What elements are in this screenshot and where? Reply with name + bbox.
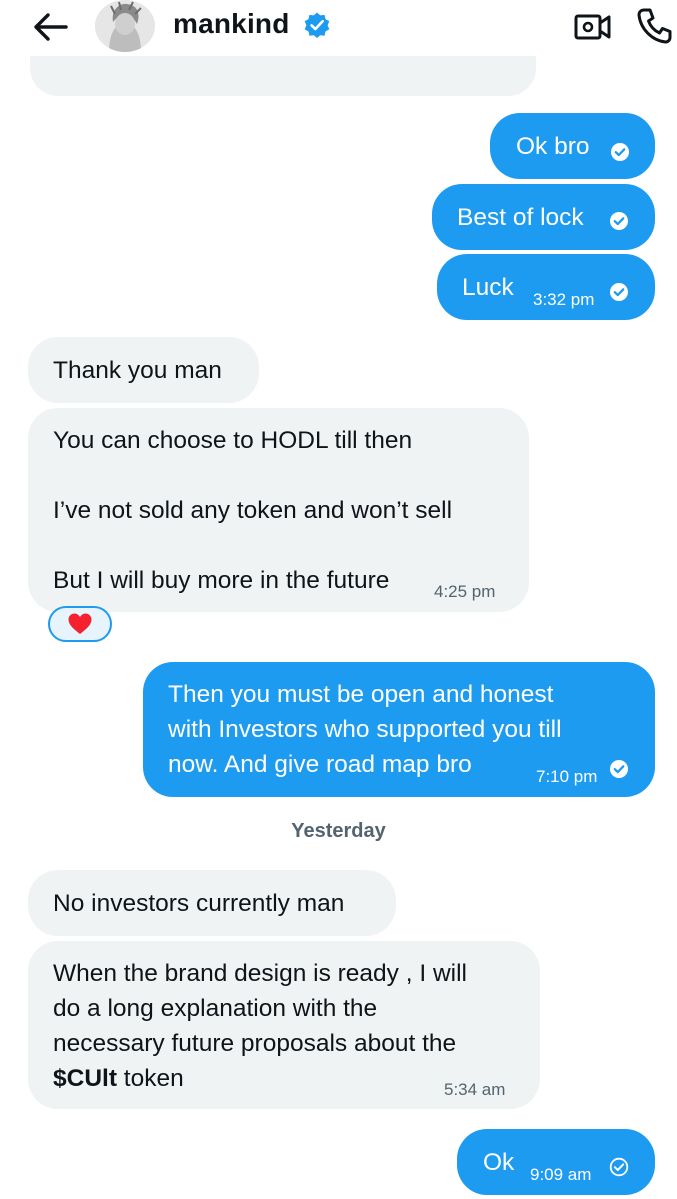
message-reaction[interactable] bbox=[48, 606, 112, 642]
conversation-title[interactable]: mankind bbox=[173, 8, 290, 40]
day-separator: Yesterday bbox=[291, 820, 386, 842]
message-text: Luck bbox=[462, 274, 514, 301]
outgoing-message[interactable]: Best of lock bbox=[432, 184, 655, 250]
message-line: $CUlt token bbox=[53, 1065, 184, 1092]
arrow-left-icon[interactable] bbox=[30, 8, 70, 46]
incoming-message[interactable]: You can choose to HODL till then I’ve no… bbox=[28, 408, 529, 612]
message-time: 9:09 am bbox=[530, 1165, 592, 1184]
message-time: 4:25 pm bbox=[434, 582, 496, 601]
video-call-icon[interactable] bbox=[573, 8, 613, 46]
message-line: You can choose to HODL till then bbox=[53, 427, 413, 454]
incoming-message[interactable]: When the brand design is ready , I will … bbox=[28, 941, 540, 1109]
previous-message-bubble[interactable] bbox=[30, 56, 536, 96]
outgoing-message[interactable]: Ok bro bbox=[490, 113, 655, 179]
incoming-message[interactable]: No investors currently man bbox=[28, 870, 396, 936]
message-line: do a long explanation with the bbox=[53, 995, 378, 1022]
message-line: with Investors who supported you till bbox=[168, 716, 562, 743]
message-text: Thank you man bbox=[53, 357, 222, 384]
outgoing-message[interactable]: Luck 3:32 pm bbox=[437, 254, 655, 320]
message-time: 3:32 pm bbox=[533, 290, 595, 309]
phone-call-icon[interactable] bbox=[635, 6, 673, 46]
chat-header: mankind bbox=[0, 0, 677, 56]
message-text: Ok bro bbox=[516, 133, 590, 160]
message-time: 5:34 am bbox=[444, 1080, 506, 1099]
read-check-icon bbox=[610, 283, 628, 301]
incoming-message[interactable]: Thank you man bbox=[28, 337, 259, 403]
message-line: When the brand design is ready , I will bbox=[53, 960, 467, 987]
message-line: necessary future proposals about the bbox=[53, 1030, 457, 1057]
message-line: But I will buy more in the future bbox=[53, 567, 390, 594]
message-text: Ok bbox=[483, 1149, 515, 1176]
message-text: No investors currently man bbox=[53, 890, 345, 917]
outgoing-message[interactable]: Then you must be open and honest with In… bbox=[143, 662, 655, 797]
read-check-icon bbox=[610, 760, 628, 778]
message-line: Then you must be open and honest bbox=[168, 681, 554, 708]
message-line: now. And give road map bro bbox=[168, 751, 472, 778]
message-text: Best of lock bbox=[457, 204, 584, 231]
verified-badge-icon bbox=[304, 12, 330, 38]
outgoing-message[interactable]: Ok 9:09 am bbox=[457, 1129, 655, 1195]
avatar[interactable] bbox=[95, 0, 155, 52]
cashtag[interactable]: $CUlt bbox=[53, 1065, 117, 1092]
heart-icon bbox=[68, 613, 92, 634]
message-line: I’ve not sold any token and won’t sell bbox=[53, 497, 453, 524]
read-check-icon bbox=[611, 143, 629, 161]
message-time: 7:10 pm bbox=[536, 767, 598, 786]
read-check-icon bbox=[610, 212, 628, 230]
sent-check-icon bbox=[609, 1157, 629, 1177]
